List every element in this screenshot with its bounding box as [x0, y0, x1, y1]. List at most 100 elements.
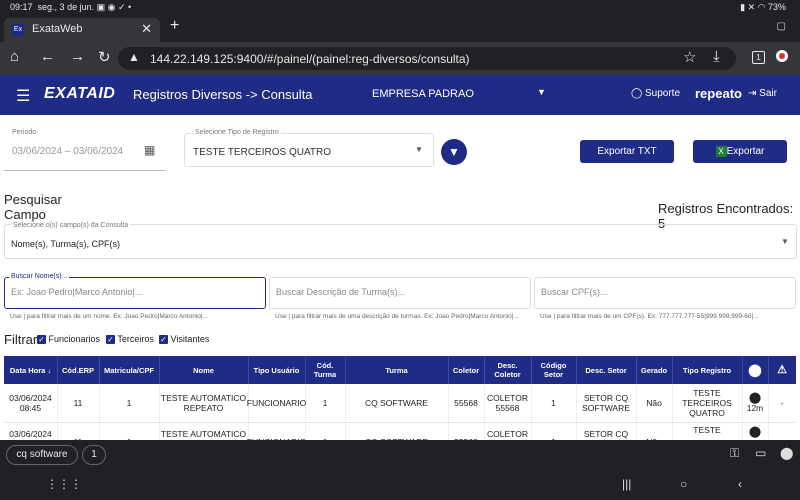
support-link[interactable]: ◯ Suporte — [631, 88, 680, 99]
col-codigo-setor[interactable]: Código Setor — [531, 356, 577, 384]
turma-search-input[interactable]: Buscar Descrição de Turma(s)... — [269, 277, 531, 309]
address-bar[interactable]: ▲ 144.22.149.125:9400/#/painel/(painel:r… — [118, 47, 736, 70]
cell-cod-turma: 1 — [305, 384, 346, 422]
cell-cod-erp: 11 — [57, 384, 100, 422]
period-value: 03/06/2024 – 03/06/2024 — [12, 146, 124, 157]
registro-type-select[interactable]: Selecione Tipo de Registro TESTE TERCEIR… — [184, 129, 434, 167]
cell-tipo-usuario: FUNCIONARIO — [247, 384, 306, 422]
excel-icon: X — [715, 145, 727, 157]
menu-icon[interactable] — [776, 50, 788, 62]
bookmark-star-icon[interactable]: ☆ — [683, 48, 696, 66]
col-data-hora[interactable]: Data Hora ↓ — [4, 356, 58, 384]
col-label: Data Hora — [9, 365, 46, 375]
tab-group-count[interactable]: 1 — [82, 445, 106, 465]
calendar-icon[interactable]: ▦ — [144, 143, 155, 157]
export-button[interactable]: X Exportar — [693, 140, 787, 163]
cpf-hint: Use | para filtrar mais de um CPF(s). Ex… — [540, 313, 759, 320]
favicon: Ex — [12, 24, 24, 36]
back-chevron-icon[interactable]: ‹ — [738, 477, 742, 491]
type-value: TESTE TERCEIROS QUATRO — [193, 147, 331, 158]
location-pin-icon: ⬤ — [748, 426, 762, 438]
cell-tipo-registro: TESTE TERCEIROS QUATRO — [672, 384, 743, 422]
cell-location[interactable]: ⬤ 12m — [742, 384, 769, 422]
reload-icon[interactable]: ↻ — [98, 48, 111, 66]
app-drawer-icon[interactable]: ⋮⋮⋮ — [46, 477, 82, 491]
col-warning[interactable]: ⚠ — [768, 356, 796, 384]
caret-down-icon: ▼ — [781, 237, 789, 246]
cell-nome: TESTE AUTOMATICO REPEATO — [159, 384, 249, 422]
caret-down-icon[interactable]: ▼ — [537, 87, 546, 97]
exata-logo: EXATAID — [44, 85, 116, 102]
period-field[interactable]: Periodo 03/06/2024 – 03/06/2024 ▦ — [4, 128, 166, 171]
location-pin-icon[interactable]: ⬤ — [780, 446, 793, 460]
funnel-icon: ▼ — [448, 145, 460, 159]
search-title: Pesquisar Campo — [4, 192, 62, 222]
new-tab-icon[interactable]: + — [170, 17, 179, 35]
checkbox-funcionarios[interactable]: ✓ Funcionarios — [37, 334, 100, 345]
close-tab-icon[interactable]: ✕ — [141, 21, 152, 37]
turma-hint: Use | para filtrar mais de uma descrição… — [275, 313, 519, 320]
table-row[interactable]: 03/06/2024 08:45 11 1 TESTE AUTOMATICO R… — [4, 384, 796, 423]
card-icon[interactable]: ▭ — [755, 446, 766, 460]
home-circle-icon[interactable]: ○ — [680, 477, 687, 491]
tab-overview-icon[interactable]: ▢ — [777, 21, 786, 32]
col-desc-setor[interactable]: Desc. Setor — [576, 356, 637, 384]
home-icon[interactable]: ⌂ — [10, 48, 19, 65]
name-search-placeholder: Ex: Joao Pedro|Marco Antonio|... — [11, 287, 143, 297]
col-cod-turma[interactable]: Cód. Turma — [305, 356, 346, 384]
cell-codigo-setor: 1 — [531, 384, 577, 422]
exit-button[interactable]: ⇥ Sair — [748, 88, 777, 99]
forward-icon[interactable]: → — [70, 48, 85, 65]
table-header: Data Hora ↓ Cód.ERP Matricula/CPF Nome T… — [4, 356, 796, 384]
warning-icon: ⚠ — [777, 363, 787, 376]
cell-data-hora: 03/06/2024 08:45 — [4, 384, 58, 422]
checkbox-terceiros[interactable]: ✓ Terceiros — [106, 334, 154, 345]
caret-down-icon: ▼ — [415, 145, 423, 154]
menu-hamburger-icon[interactable]: ☰ — [16, 86, 30, 106]
check-icon: ✓ — [159, 335, 168, 345]
user-name: repeato — [695, 86, 742, 101]
tab-title: ExataWeb — [32, 23, 83, 35]
cell-matricula: 1 — [99, 384, 160, 422]
company-select[interactable]: EMPRESA PADRAO — [372, 88, 474, 100]
type-label: Selecione Tipo de Registro — [193, 129, 281, 136]
cpf-search-input[interactable]: Buscar CPF(s)... — [534, 277, 796, 309]
key-icon[interactable]: ⚿ — [730, 446, 739, 461]
cell-desc-setor: SETOR CQ SOFTWARE — [576, 384, 637, 422]
col-gerado[interactable]: Gerado — [636, 356, 673, 384]
turma-search-placeholder: Buscar Descrição de Turma(s)... — [276, 287, 406, 297]
col-tipo-usuario[interactable]: Tipo Usuário — [248, 356, 306, 384]
col-desc-coletor[interactable]: Desc. Coletor — [484, 356, 532, 384]
col-matricula[interactable]: Matricula/CPF — [99, 356, 160, 384]
back-icon[interactable]: ← — [40, 48, 55, 65]
cell-turma: CQ SOFTWARE — [345, 384, 449, 422]
battery-level: 73% — [767, 2, 786, 12]
whatsapp-icon: ◯ — [631, 88, 643, 99]
recents-icon[interactable]: ||| — [622, 477, 631, 491]
page-title: Registros Diversos -> Consulta — [133, 87, 313, 102]
check-icon: ✓ — [37, 335, 46, 345]
col-nome[interactable]: Nome — [159, 356, 249, 384]
browser-tab[interactable]: Ex ExataWeb ✕ — [4, 18, 160, 42]
campos-value: Nome(s), Turma(s), CPF(s) — [11, 239, 120, 249]
exit-label: Sair — [759, 88, 777, 99]
tab-count[interactable]: 1 — [752, 51, 765, 64]
col-tipo-registro[interactable]: Tipo Registro — [672, 356, 743, 384]
tab-group-chip[interactable]: cq software — [6, 445, 78, 465]
cell-coletor: 55568 — [448, 384, 485, 422]
export-txt-button[interactable]: Exportar TXT — [580, 140, 674, 163]
col-turma[interactable]: Turma — [345, 356, 449, 384]
name-search-input[interactable]: Buscar Nome(s)... Ex: Joao Pedro|Marco A… — [4, 273, 266, 309]
col-cod-erp[interactable]: Cód.ERP — [57, 356, 100, 384]
browser-tab-strip: Ex ExataWeb ✕ + ▢ — [0, 14, 800, 42]
browser-bottom-bar: cq software 1 ⚿ ▭ ⬤ — [0, 440, 800, 468]
checkbox-visitantes[interactable]: ✓ Visitantes — [159, 334, 209, 345]
filter-button[interactable]: ▼ — [441, 139, 467, 165]
url-text: 144.22.149.125:9400/#/painel/(painel:reg… — [150, 52, 470, 66]
download-icon[interactable]: ⤓ — [713, 48, 720, 65]
status-bar: 09:17 seg., 3 de jun. ▣ ◉ ✓ • ▮ ✕ ◠ 73% — [0, 0, 800, 14]
warning-icon[interactable]: ▲ — [128, 50, 140, 64]
col-location[interactable]: ⬤ — [742, 356, 769, 384]
campos-select[interactable]: Selecione o(s) campo(s) da Consulta Nome… — [4, 222, 797, 259]
col-coletor[interactable]: Coletor — [448, 356, 485, 384]
